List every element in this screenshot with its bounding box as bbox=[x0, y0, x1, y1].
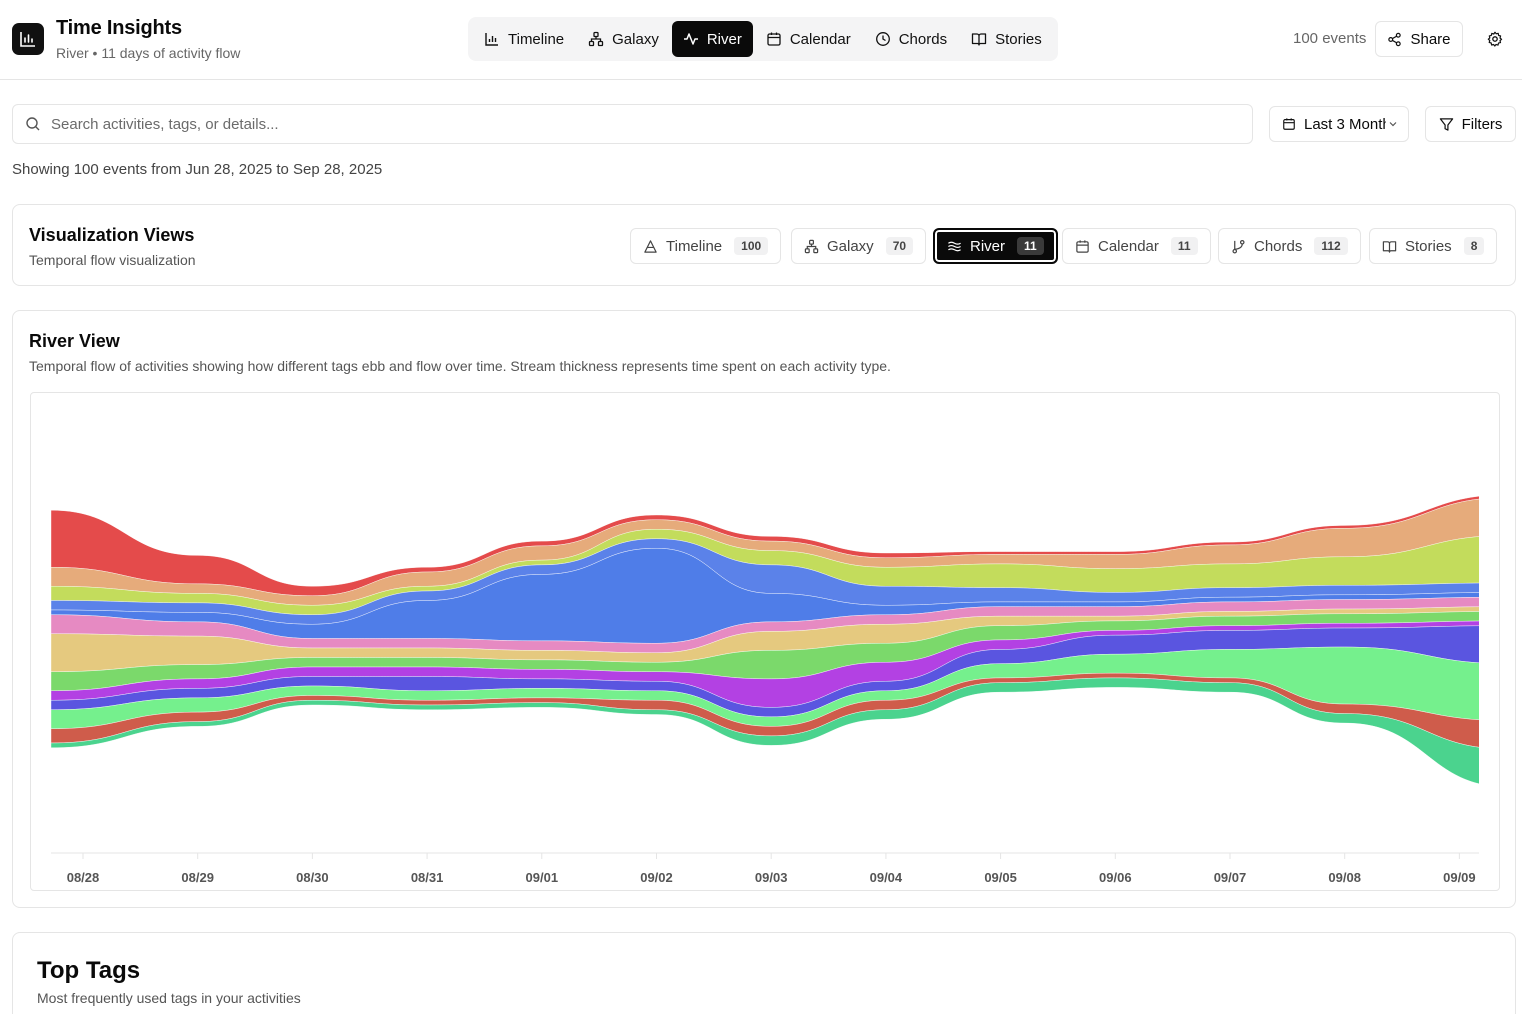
river-title: River View bbox=[29, 331, 120, 351]
showing-summary: Showing 100 events from Jun 28, 2025 to … bbox=[12, 161, 383, 178]
view-tab-count: 112 bbox=[1314, 237, 1348, 255]
river-chart: 08/28 08/29 08/30 08/31 09/01 09/02 09/03 09/04… bbox=[30, 392, 1500, 891]
gear-icon bbox=[1487, 31, 1503, 47]
nav-stories-label: Stories bbox=[995, 30, 1042, 48]
view-tab-label: Chords bbox=[1254, 237, 1303, 255]
event-count: 100 events bbox=[1293, 30, 1367, 47]
top-tags-title: Top Tags bbox=[37, 957, 141, 984]
network-icon bbox=[804, 239, 819, 253]
x-tick-label: 09/01 bbox=[526, 870, 559, 885]
waves-icon bbox=[948, 241, 961, 251]
view-tab-label: River bbox=[970, 237, 1006, 255]
search-input[interactable] bbox=[51, 115, 1201, 133]
calendar-icon bbox=[1283, 118, 1295, 130]
main-nav: Timeline Galaxy River Calendar Chords St… bbox=[468, 17, 1058, 61]
filters-button[interactable]: Filters bbox=[1425, 106, 1516, 142]
view-tab-count: 11 bbox=[1170, 237, 1198, 255]
search-icon bbox=[26, 117, 40, 131]
calendar-icon bbox=[1076, 239, 1089, 253]
view-tab-count: 100 bbox=[734, 237, 769, 255]
top-bar: Time Insights River • 11 days of activit… bbox=[0, 0, 1522, 80]
nav-chords[interactable]: Chords bbox=[864, 21, 958, 57]
settings-button[interactable] bbox=[1481, 25, 1509, 53]
nav-galaxy-label: Galaxy bbox=[612, 30, 659, 48]
view-tab-calendar[interactable]: Calendar 11 bbox=[1062, 228, 1211, 264]
network-icon bbox=[588, 31, 604, 47]
chevron-down-icon bbox=[1389, 122, 1397, 127]
x-tick-label: 08/29 bbox=[181, 870, 214, 885]
views-title: Visualization Views bbox=[29, 225, 195, 245]
book-icon bbox=[971, 33, 987, 46]
clock-icon bbox=[875, 32, 890, 46]
triangle-icon bbox=[644, 239, 657, 253]
app-subtitle: River • 11 days of activity flow bbox=[56, 45, 241, 61]
view-tab-chords[interactable]: Chords 112 bbox=[1218, 228, 1361, 264]
river-view-card: River View Temporal flow of activities s… bbox=[12, 310, 1516, 908]
x-tick-label: 09/04 bbox=[870, 870, 903, 885]
nav-galaxy[interactable]: Galaxy bbox=[577, 21, 670, 57]
share-button[interactable]: Share bbox=[1375, 21, 1463, 57]
river-description: Temporal flow of activities showing how … bbox=[29, 358, 891, 374]
river-chart-svg: 08/28 08/29 08/30 08/31 09/01 09/02 09/03 09/04… bbox=[51, 496, 1479, 885]
x-tick-label: 09/09 bbox=[1443, 870, 1476, 885]
search-bar[interactable] bbox=[12, 104, 1253, 144]
share-label: Share bbox=[1410, 30, 1451, 48]
bar-chart-icon bbox=[485, 33, 498, 46]
view-tab-count: 11 bbox=[1017, 237, 1044, 255]
x-tick-label: 09/07 bbox=[1214, 870, 1247, 885]
nav-calendar[interactable]: Calendar bbox=[755, 21, 862, 57]
nav-river[interactable]: River bbox=[671, 21, 753, 57]
view-tab-count: 70 bbox=[885, 237, 914, 255]
top-tags-subtitle: Most frequently used tags in your activi… bbox=[37, 990, 301, 1006]
app-logo-icon bbox=[12, 23, 44, 55]
view-tab-galaxy[interactable]: Galaxy 70 bbox=[791, 228, 927, 264]
x-tick-label: 08/31 bbox=[411, 870, 444, 885]
top-tags-card: Top Tags Most frequently used tags in yo… bbox=[12, 932, 1516, 1014]
date-range-value: Last 3 Months bbox=[1304, 115, 1386, 133]
view-tab-river[interactable]: River 11 bbox=[933, 228, 1058, 264]
git-branch-icon bbox=[1232, 239, 1245, 253]
x-tick-label: 09/02 bbox=[640, 870, 673, 885]
visualization-views-card: Visualization Views Temporal flow visual… bbox=[12, 204, 1516, 286]
book-icon bbox=[1382, 240, 1397, 253]
calendar-icon bbox=[767, 32, 781, 46]
date-range-select[interactable]: Last 3 Months bbox=[1269, 106, 1409, 142]
view-tab-label: Stories bbox=[1405, 237, 1452, 255]
nav-chords-label: Chords bbox=[898, 30, 948, 48]
views-subtitle: Temporal flow visualization bbox=[29, 252, 196, 268]
nav-calendar-label: Calendar bbox=[789, 30, 851, 48]
x-tick-label: 08/30 bbox=[296, 870, 329, 885]
nav-timeline-label: Timeline bbox=[508, 30, 565, 48]
activity-icon bbox=[683, 33, 698, 45]
x-tick-label: 09/08 bbox=[1328, 870, 1361, 885]
filter-icon bbox=[1439, 117, 1453, 131]
app-title: Time Insights bbox=[56, 17, 182, 39]
x-tick-label: 09/05 bbox=[984, 870, 1017, 885]
x-tick-label: 09/03 bbox=[755, 870, 788, 885]
view-tab-timeline[interactable]: Timeline 100 bbox=[630, 228, 782, 264]
view-tab-stories[interactable]: Stories 8 bbox=[1369, 228, 1498, 264]
view-tab-count: 8 bbox=[1463, 237, 1485, 255]
x-tick-label: 08/28 bbox=[67, 870, 100, 885]
x-tick-label: 09/06 bbox=[1099, 870, 1132, 885]
nav-river-label: River bbox=[706, 30, 742, 48]
share-icon bbox=[1388, 32, 1402, 46]
nav-timeline[interactable]: Timeline bbox=[473, 21, 575, 57]
view-tab-label: Timeline bbox=[666, 237, 723, 255]
view-tab-label: Calendar bbox=[1098, 237, 1159, 255]
nav-stories[interactable]: Stories bbox=[960, 21, 1053, 57]
view-tab-label: Galaxy bbox=[827, 237, 874, 255]
filters-label: Filters bbox=[1461, 115, 1503, 133]
